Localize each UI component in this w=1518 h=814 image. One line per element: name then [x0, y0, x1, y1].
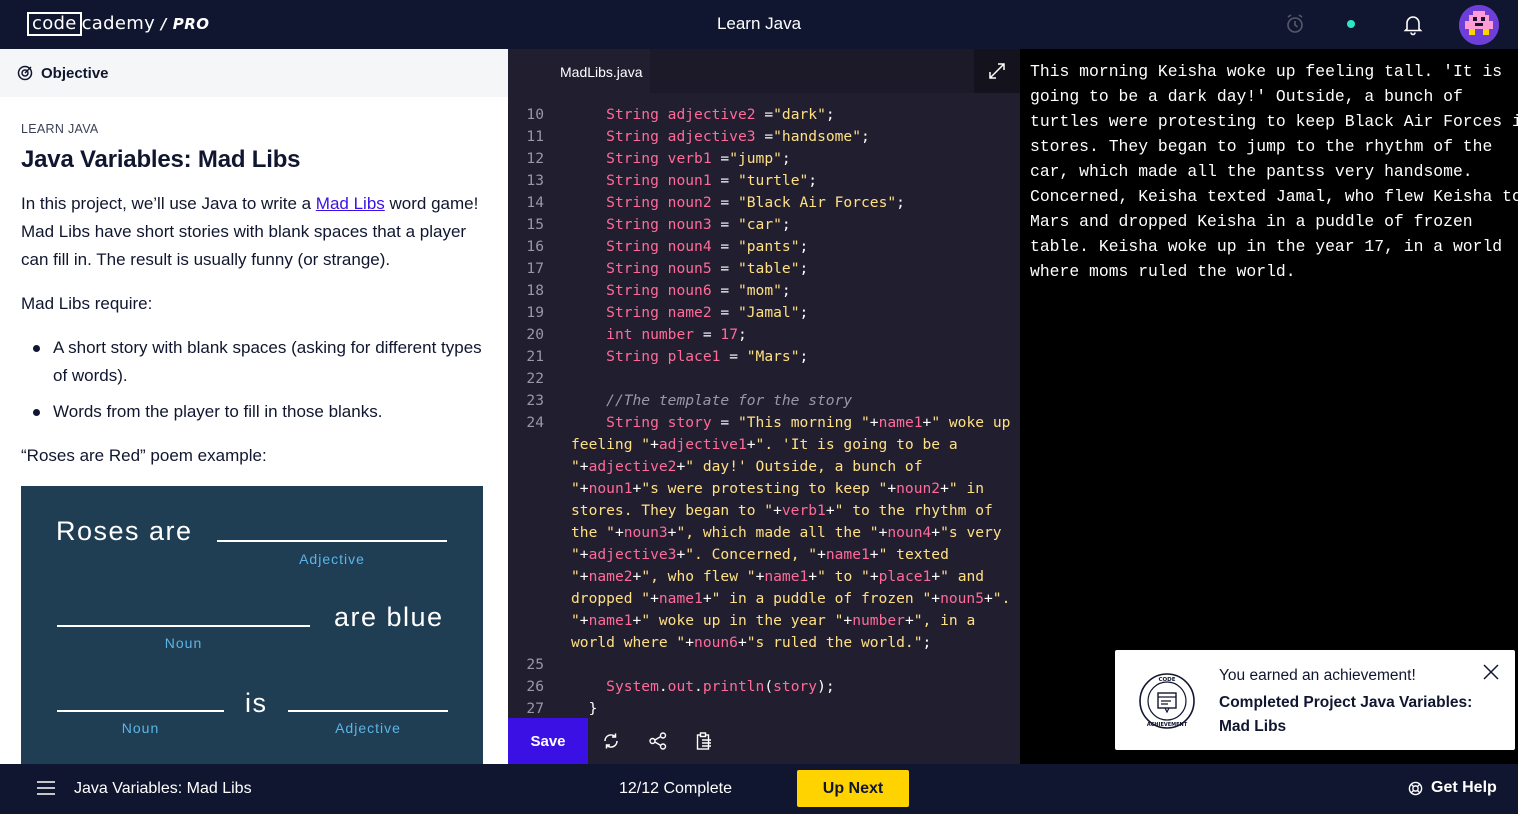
lesson-heading: Java Variables: Mad Libs [21, 146, 301, 173]
line-number: 20 [526, 326, 544, 343]
code-line: System.out.println(story); [606, 678, 835, 695]
instructions-panel: Objective LEARN JAVA Java Variables: Mad… [0, 49, 508, 764]
example-paragraph: “Roses are Red” poem example: [21, 446, 267, 465]
poem-blank-line [57, 625, 310, 627]
top-navigation-bar: code cademy / PRO Learn Java [0, 0, 1518, 49]
poem-label-noun: Noun [121, 720, 160, 736]
code-line: String noun3 = "car"; [606, 216, 791, 233]
code-line: String name2 = "Jamal"; [606, 304, 809, 321]
get-help-button[interactable]: Get Help [1408, 779, 1497, 797]
code-line: } [588, 700, 598, 717]
output-terminal: This morning Keisha woke up feeling tall… [1020, 49, 1518, 764]
expand-editor-button[interactable] [974, 49, 1020, 93]
requirements-list: A short story with blank spaces (asking … [21, 334, 487, 426]
reset-icon[interactable] [601, 731, 621, 751]
course-eyebrow: LEARN JAVA [21, 122, 99, 136]
line-number: 17 [526, 260, 544, 277]
editor-toolbar: Save [508, 718, 1020, 764]
toast-title: You earned an achievement! [1219, 667, 1416, 684]
up-next-button[interactable]: Up Next [797, 770, 909, 807]
line-number: 21 [526, 348, 544, 365]
line-number: 19 [526, 304, 544, 321]
share-icon[interactable] [648, 731, 668, 751]
objective-header[interactable]: Objective [0, 49, 508, 97]
code-editor: MadLibs.java 10 11 12 13 14 15 16 17 18 … [508, 49, 1020, 764]
notification-bell-icon[interactable] [1401, 12, 1425, 36]
list-item: A short story with blank spaces (asking … [21, 334, 487, 390]
requires-paragraph: Mad Libs require: [21, 294, 153, 313]
expand-icon [989, 63, 1005, 79]
poem-is: is [245, 688, 268, 718]
intro-paragraph: In this project, we’ll use Java to write… [21, 190, 487, 274]
list-item: Words from the player to fill in those b… [21, 398, 487, 426]
bottom-navigation-bar: Java Variables: Mad Libs 12/12 Complete … [0, 764, 1518, 814]
code-line: String place1 = "Mars"; [606, 348, 809, 365]
program-output: This morning Keisha woke up feeling tall… [1030, 62, 1518, 281]
code-line: int number = 17; [606, 326, 747, 343]
line-number: 18 [526, 282, 544, 299]
lesson-content: LEARN JAVA Java Variables: Mad Libs In t… [0, 97, 508, 764]
line-number: 15 [526, 216, 544, 233]
svg-text:CODE: CODE [1158, 677, 1175, 683]
poem-label-adjective: Adjective [299, 551, 365, 567]
close-icon[interactable] [1481, 662, 1501, 682]
code-line: String noun2 = "Black Air Forces"; [606, 194, 905, 211]
code-line: String verb1 ="jump"; [606, 150, 791, 167]
mad-libs-link[interactable]: Mad Libs [316, 194, 385, 213]
code-line: String story = "This morning "+name1+" w… [571, 414, 1020, 651]
code-area[interactable]: 10 11 12 13 14 15 16 17 18 19 20 21 22 2… [508, 104, 1020, 718]
hamburger-menu-icon[interactable] [36, 780, 56, 796]
poem-blank-line [57, 710, 224, 712]
line-number: 13 [526, 172, 544, 189]
achievement-toast: CODE ACHIEVEMENT You earned an achieveme… [1115, 650, 1515, 750]
alarm-clock-icon[interactable] [1283, 12, 1307, 36]
lesson-title: Java Variables: Mad Libs [74, 780, 252, 797]
objective-label: Objective [41, 64, 109, 82]
code-line: String adjective2 ="dark"; [606, 106, 835, 123]
code-achievement-badge-icon: CODE ACHIEVEMENT [1139, 673, 1195, 729]
status-dot-icon [1347, 20, 1355, 28]
lifebuoy-icon [1408, 781, 1423, 795]
user-avatar[interactable] [1459, 5, 1499, 45]
code-line: String adjective3 ="handsome"; [606, 128, 870, 145]
code-line: String noun1 = "turtle"; [606, 172, 818, 189]
poem-blank-line [217, 540, 447, 542]
code-line: //The template for the story [606, 392, 853, 409]
file-tab-madlibs[interactable]: MadLibs.java [508, 49, 650, 93]
poem-label-adjective: Adjective [335, 720, 401, 736]
target-icon [17, 65, 33, 81]
line-number: 16 [526, 238, 544, 255]
poem-roses-are: Roses are [56, 516, 193, 546]
line-number: 26 [526, 678, 544, 695]
line-number: 14 [526, 194, 544, 211]
code-line: String noun5 = "table"; [606, 260, 809, 277]
line-number: 12 [526, 150, 544, 167]
intro-text-before: In this project, we’ll use Java to write… [21, 194, 316, 213]
line-number: 23 [526, 392, 544, 409]
line-number: 11 [526, 128, 544, 145]
poem-blank-line [288, 710, 448, 712]
code-line: String noun6 = "mom"; [606, 282, 791, 299]
toast-body: Completed Project Java Variables: Mad Li… [1219, 694, 1473, 735]
progress-indicator: 12/12 Complete [619, 780, 732, 797]
roses-are-red-example-image: Roses are Adjective Noun are blue Noun i… [21, 486, 483, 764]
code-line: String noun4 = "pants"; [606, 238, 809, 255]
poem-are-blue: are blue [334, 602, 444, 632]
get-help-label: Get Help [1431, 779, 1497, 796]
poem-label-noun: Noun [164, 635, 203, 651]
line-number: 24 [526, 414, 544, 431]
line-number: 27 [526, 700, 544, 717]
line-number: 25 [526, 656, 544, 673]
svg-text:ACHIEVEMENT: ACHIEVEMENT [1147, 722, 1188, 728]
save-button[interactable]: Save [508, 718, 588, 764]
line-number: 10 [526, 106, 544, 123]
pixel-monster-icon [1459, 5, 1499, 45]
editor-tab-bar: MadLibs.java [508, 49, 1020, 93]
line-number: 22 [526, 370, 544, 387]
clipboard-icon[interactable] [694, 731, 714, 751]
